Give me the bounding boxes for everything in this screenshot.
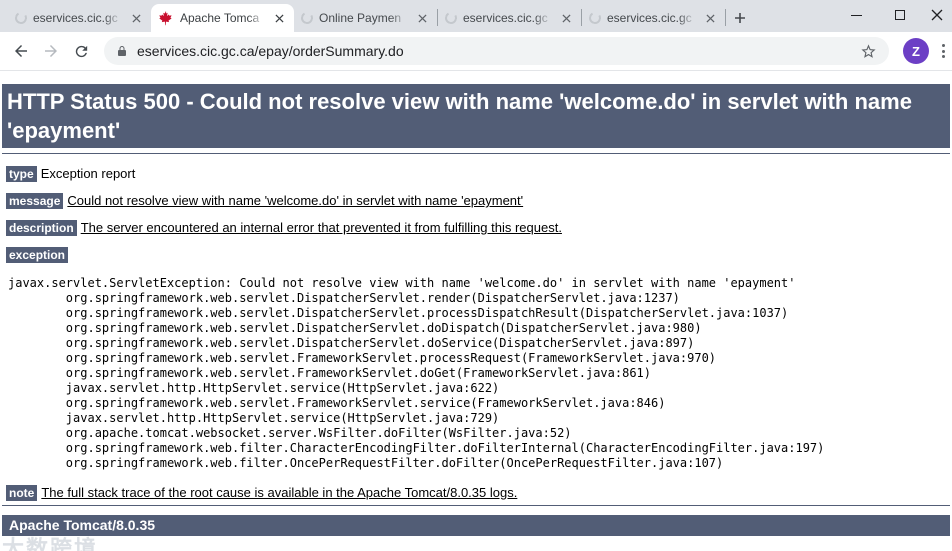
profile-avatar[interactable]: Z <box>903 38 929 64</box>
tab-close-icon[interactable] <box>128 10 144 26</box>
message-row: message Could not resolve view with name … <box>6 193 950 209</box>
bookmark-star-icon[interactable] <box>860 43 877 60</box>
page-content: HTTP Status 500 - Could not resolve view… <box>0 84 952 551</box>
description-label: description <box>6 220 77 236</box>
close-icon <box>931 9 943 21</box>
maple-leaf-icon <box>158 10 174 26</box>
loading-spinner-icon <box>13 10 29 26</box>
back-button[interactable] <box>6 36 36 66</box>
address-bar[interactable]: eservices.cic.gc.ca/epay/orderSummary.do <box>104 37 889 65</box>
type-row: type Exception report <box>6 166 950 182</box>
browser-toolbar: eservices.cic.gc.ca/epay/orderSummary.do… <box>0 32 952 71</box>
divider <box>2 505 950 506</box>
back-arrow-icon <box>15 45 27 57</box>
loading-spinner-icon <box>587 10 603 26</box>
tab-title: eservices.cic.gc <box>607 11 692 25</box>
reload-icon <box>75 45 87 57</box>
tab-eservices-2[interactable]: eservices.cic.gc <box>438 4 581 32</box>
tab-title: eservices.cic.gc <box>33 11 118 25</box>
tab-title: Apache Tomca <box>180 11 260 25</box>
tomcat-version-footer: Apache Tomcat/8.0.35 <box>2 515 950 536</box>
tab-title: Online Paymen <box>319 11 402 25</box>
close-window-button[interactable] <box>922 0 952 30</box>
loading-spinner-icon <box>443 10 459 26</box>
note-label: note <box>6 485 38 501</box>
tab-eservices-3[interactable]: eservices.cic.gc <box>582 4 725 32</box>
tab-close-icon[interactable] <box>414 10 430 26</box>
divider <box>2 153 950 154</box>
description-value: The server encountered an internal error… <box>80 220 562 235</box>
error-page-title: HTTP Status 500 - Could not resolve view… <box>2 84 950 148</box>
plus-icon <box>735 13 745 23</box>
stack-trace: javax.servlet.ServletException: Could no… <box>8 276 825 470</box>
message-value: Could not resolve view with name 'welcom… <box>67 193 524 208</box>
browser-menu-button[interactable] <box>936 38 950 64</box>
window-controls <box>834 0 952 30</box>
forward-button[interactable] <box>36 36 66 66</box>
note-value: The full stack trace of the root cause i… <box>41 485 518 500</box>
type-label: type <box>6 166 37 182</box>
message-label: message <box>6 193 64 209</box>
tab-title: eservices.cic.gc <box>463 11 548 25</box>
type-value: Exception report <box>40 166 136 181</box>
minimize-button[interactable] <box>834 0 878 30</box>
url-text[interactable]: eservices.cic.gc.ca/epay/orderSummary.do <box>137 43 851 59</box>
new-tab-button[interactable] <box>726 4 754 32</box>
tab-online-payment[interactable]: Online Paymen <box>294 4 437 32</box>
tab-eservices-1[interactable]: eservices.cic.gc <box>8 4 151 32</box>
maximize-button[interactable] <box>878 0 922 30</box>
loading-spinner-icon <box>299 10 315 26</box>
description-row: description The server encountered an int… <box>6 220 950 236</box>
exception-label: exception <box>6 247 69 263</box>
reload-button[interactable] <box>66 36 96 66</box>
minimize-icon <box>850 14 862 16</box>
tab-close-icon[interactable] <box>558 10 574 26</box>
tab-close-icon[interactable] <box>271 10 287 26</box>
exception-row: exception <box>6 247 950 263</box>
tab-close-icon[interactable] <box>702 10 718 26</box>
tab-strip: eservices.cic.gc Apache Tomca Online Pay… <box>0 0 952 32</box>
tab-apache-tomcat-active[interactable]: Apache Tomca <box>151 4 294 32</box>
note-row: note The full stack trace of the root cau… <box>6 485 950 501</box>
lock-icon <box>118 46 126 56</box>
maximize-icon <box>895 10 905 20</box>
forward-arrow-icon <box>45 45 57 57</box>
